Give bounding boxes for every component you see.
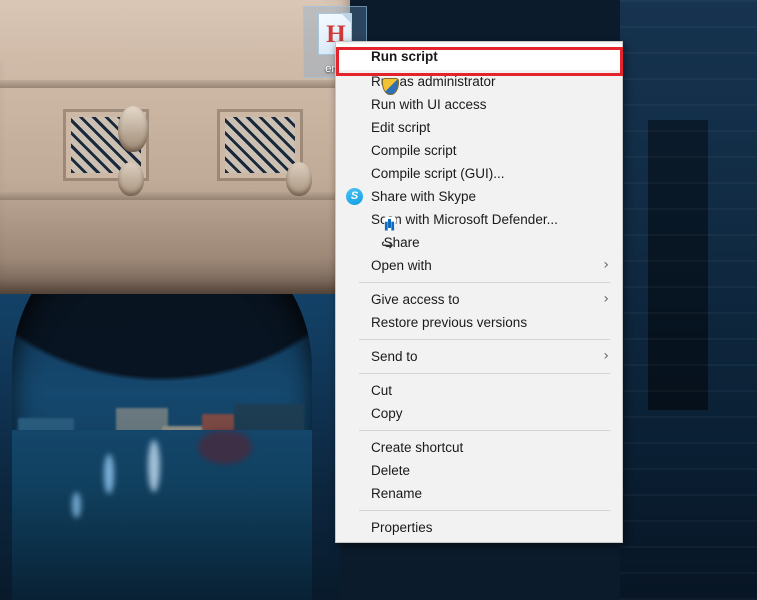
menu-separator bbox=[359, 339, 610, 340]
stone-carving bbox=[118, 106, 148, 152]
menu-item-share-with-skype[interactable]: S Share with Skype bbox=[336, 185, 622, 208]
menu-item-send-to[interactable]: Send to › bbox=[336, 345, 622, 368]
moored-boat bbox=[198, 430, 252, 464]
skype-icon: S bbox=[346, 188, 363, 205]
menu-item-give-access-to[interactable]: Give access to › bbox=[336, 288, 622, 311]
menu-item-label: Send to bbox=[371, 349, 418, 364]
stone-medallion bbox=[286, 162, 312, 196]
water-reflection bbox=[72, 492, 81, 518]
context-menu[interactable]: Run script Run as administrator Run with U… bbox=[335, 41, 623, 543]
menu-item-label: Rename bbox=[371, 486, 423, 501]
menu-item-run-script[interactable]: Run script bbox=[336, 44, 622, 70]
bridge-cornice bbox=[0, 80, 340, 88]
menu-item-properties[interactable]: Properties bbox=[336, 516, 622, 539]
menu-item-label: Copy bbox=[371, 406, 403, 421]
menu-separator bbox=[359, 510, 610, 511]
stone-medallion bbox=[118, 162, 144, 196]
menu-item-restore-previous-versions[interactable]: Restore previous versions bbox=[336, 311, 622, 334]
menu-item-label: Create shortcut bbox=[371, 440, 464, 455]
bridge-crown bbox=[0, 0, 340, 64]
menu-item-cut[interactable]: Cut bbox=[336, 379, 622, 402]
menu-item-label: Edit script bbox=[371, 120, 431, 135]
menu-item-label: Properties bbox=[371, 520, 433, 535]
menu-item-label: Compile script bbox=[371, 143, 457, 158]
chevron-right-icon: › bbox=[603, 291, 609, 307]
menu-item-label: Give access to bbox=[371, 292, 460, 307]
right-stone-wall bbox=[620, 0, 757, 600]
water-reflection bbox=[148, 440, 160, 492]
menu-item-delete[interactable]: Delete bbox=[336, 459, 622, 482]
menu-item-label: Cut bbox=[371, 383, 393, 398]
menu-item-label: Open with bbox=[371, 258, 432, 273]
menu-item-copy[interactable]: Copy bbox=[336, 402, 622, 425]
bridge-of-sighs-structure bbox=[0, 0, 350, 294]
menu-item-label: Run with UI access bbox=[371, 97, 487, 112]
menu-item-label: Run script bbox=[371, 49, 438, 64]
share-arrow-icon: ↪ bbox=[381, 236, 394, 254]
menu-item-label: Compile script (GUI)... bbox=[371, 166, 505, 181]
water-reflection bbox=[104, 454, 114, 494]
menu-separator bbox=[359, 282, 610, 283]
canal-water bbox=[12, 430, 312, 600]
menu-item-label: Restore previous versions bbox=[371, 315, 528, 330]
menu-item-label: Scan with Microsoft Defender... bbox=[371, 212, 558, 227]
menu-item-create-shortcut[interactable]: Create shortcut bbox=[336, 436, 622, 459]
menu-item-open-with[interactable]: Open with › bbox=[336, 254, 622, 277]
menu-item-compile-script[interactable]: Compile script bbox=[336, 139, 622, 162]
menu-item-compile-script-gui[interactable]: Compile script (GUI)... bbox=[336, 162, 622, 185]
menu-item-scan-with-microsoft-defender[interactable]: Scan with Microsoft Defender... bbox=[336, 208, 622, 231]
chevron-right-icon: › bbox=[603, 257, 609, 273]
menu-item-run-with-ui-access[interactable]: Run with UI access bbox=[336, 93, 622, 116]
menu-separator bbox=[359, 430, 610, 431]
menu-item-label: Delete bbox=[371, 463, 411, 478]
menu-item-run-as-administrator[interactable]: Run as administrator bbox=[336, 70, 622, 93]
menu-item-label: Share with Skype bbox=[371, 189, 477, 204]
menu-item-share[interactable]: ↪Share bbox=[336, 231, 622, 254]
menu-separator bbox=[359, 373, 610, 374]
menu-item-rename[interactable]: Rename bbox=[336, 482, 622, 505]
menu-item-edit-script[interactable]: Edit script bbox=[336, 116, 622, 139]
chevron-right-icon: › bbox=[603, 348, 609, 364]
